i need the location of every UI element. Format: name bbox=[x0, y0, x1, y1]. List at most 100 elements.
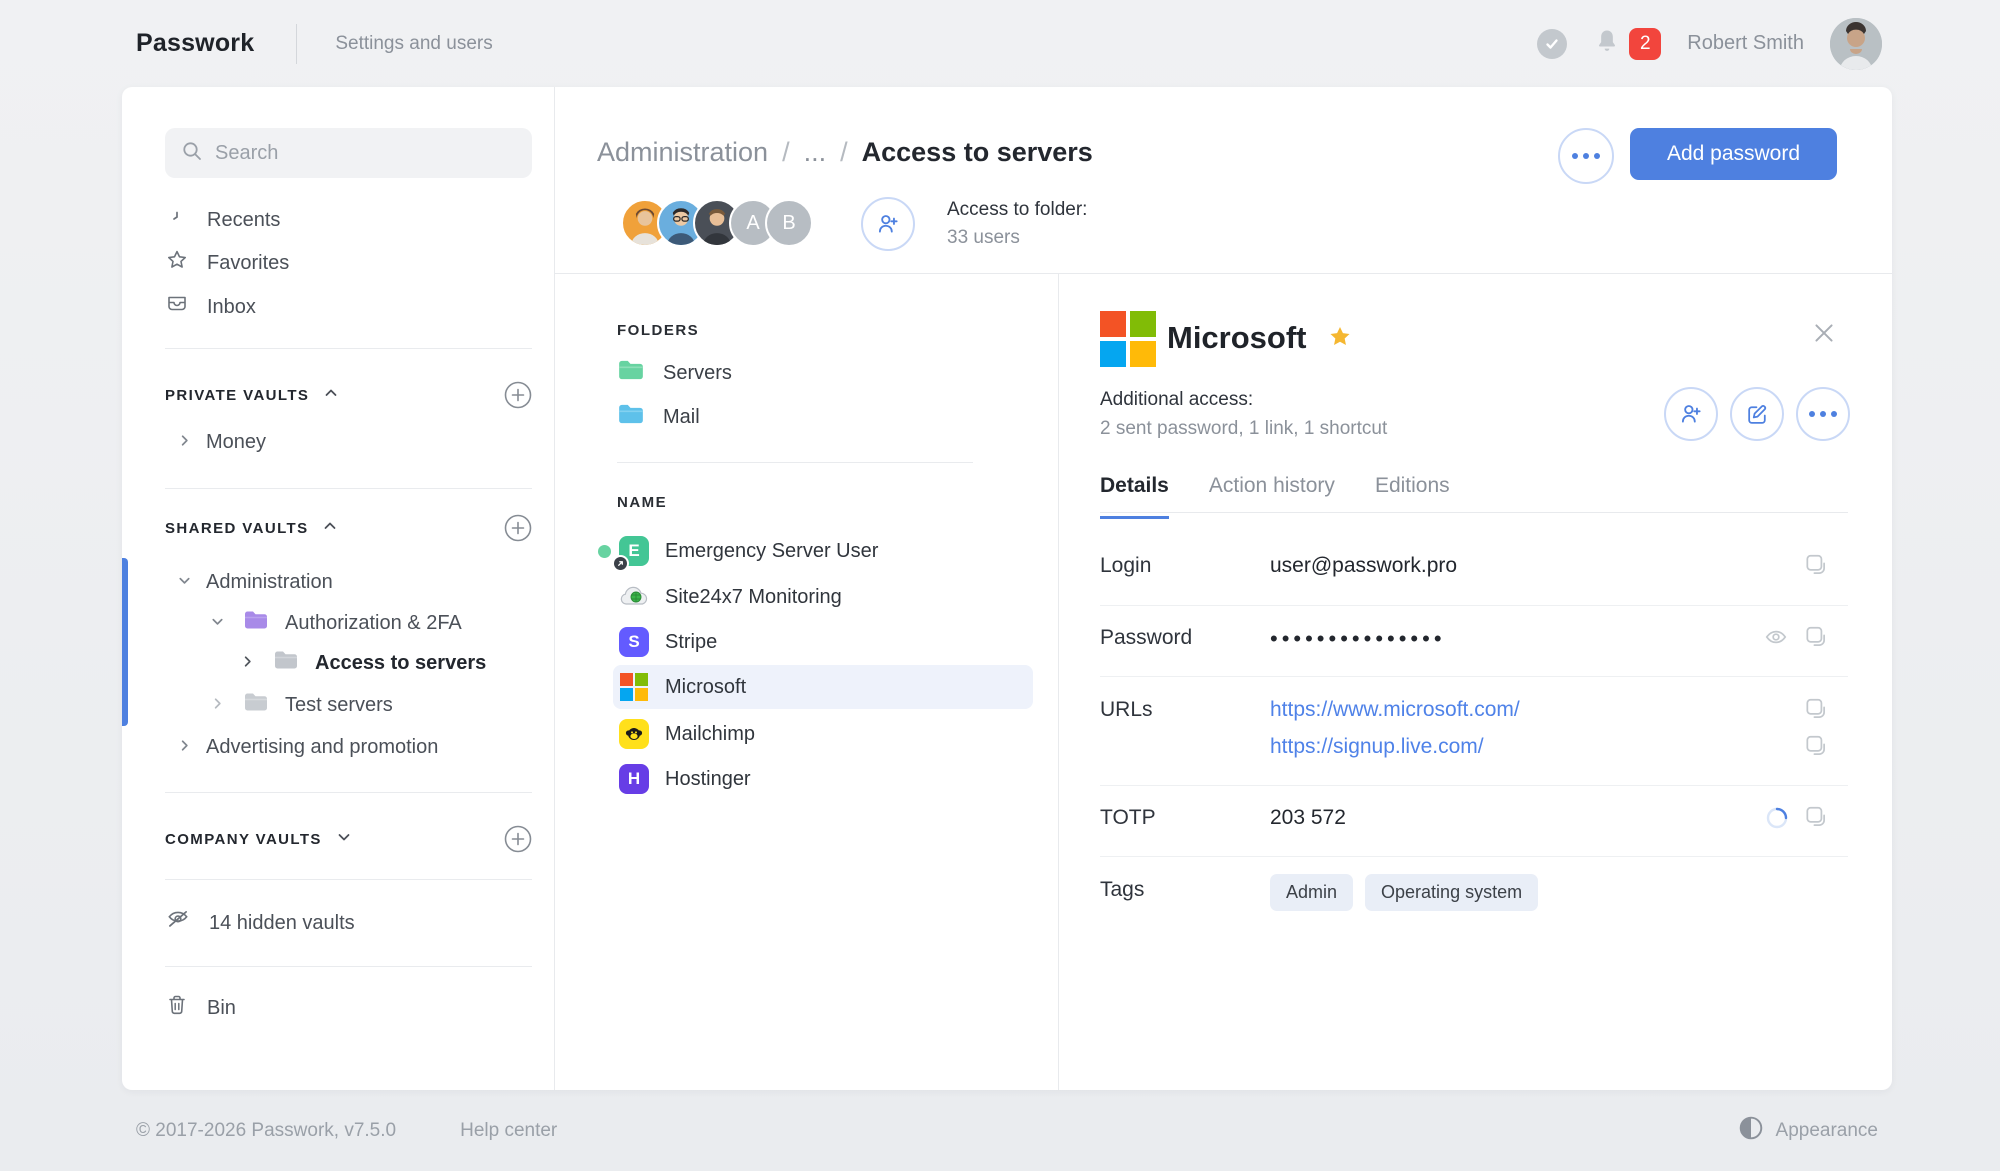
add-private-vault-button[interactable] bbox=[504, 381, 532, 409]
url-link-microsoft[interactable]: https://www.microsoft.com/ bbox=[1270, 698, 1520, 722]
appearance-label: Appearance bbox=[1776, 1120, 1878, 1142]
list-item-emergency-server-user[interactable]: E Emergency Server User bbox=[613, 529, 1033, 573]
shared-vaults-header[interactable]: SHARED VAULTS bbox=[165, 515, 338, 541]
sidebar-item-label: Favorites bbox=[207, 252, 289, 275]
safety-check-icon[interactable] bbox=[1537, 29, 1567, 59]
copyright-text: © 2017-2026 Passwork, v7.5.0 bbox=[136, 1120, 396, 1142]
breadcrumb-ellipsis[interactable]: ... bbox=[804, 137, 827, 168]
hostinger-app-icon: H bbox=[619, 764, 649, 794]
tabs-underline bbox=[1100, 512, 1848, 513]
appearance-toggle[interactable]: Appearance bbox=[1738, 1115, 1878, 1146]
microsoft-app-icon bbox=[619, 672, 649, 702]
share-access-button[interactable] bbox=[1664, 387, 1718, 441]
section-title: COMPANY VAULTS bbox=[165, 831, 322, 848]
folder-servers[interactable]: Servers bbox=[617, 355, 732, 391]
chevron-right-icon bbox=[177, 736, 192, 759]
breadcrumb: Administration / ... / Access to servers bbox=[597, 137, 1093, 168]
item-name: Mailchimp bbox=[665, 723, 755, 746]
sidebar-item-inbox[interactable]: Inbox bbox=[165, 289, 256, 325]
add-shared-vault-button[interactable] bbox=[504, 514, 532, 542]
site24x7-app-icon bbox=[619, 582, 649, 612]
show-password-eye-icon[interactable] bbox=[1763, 624, 1789, 655]
appearance-icon bbox=[1738, 1115, 1764, 1146]
chevron-right-icon bbox=[210, 694, 225, 717]
app-logo[interactable]: Passwork bbox=[136, 29, 254, 58]
add-password-button[interactable]: Add password bbox=[1630, 128, 1837, 180]
invite-user-button[interactable] bbox=[861, 197, 915, 251]
folder-test-servers[interactable]: Test servers bbox=[210, 688, 393, 722]
additional-access-value: 2 sent password, 1 link, 1 shortcut bbox=[1100, 418, 1387, 440]
sidebar-item-recents[interactable]: Recents bbox=[165, 202, 280, 238]
divider bbox=[165, 792, 532, 793]
section-title: SHARED VAULTS bbox=[165, 520, 308, 537]
list-item-mailchimp[interactable]: Mailchimp bbox=[613, 712, 1033, 756]
vault-label: Advertising and promotion bbox=[206, 736, 438, 759]
breadcrumb-separator: / bbox=[782, 137, 790, 168]
chevron-right-icon bbox=[177, 431, 192, 454]
folder-more-actions-button[interactable] bbox=[1558, 128, 1614, 184]
user-avatar[interactable] bbox=[1830, 18, 1882, 70]
folder-authorization-2fa[interactable]: Authorization & 2FA bbox=[210, 606, 462, 640]
list-item-hostinger[interactable]: H Hostinger bbox=[613, 757, 1033, 801]
sidebar-item-bin[interactable]: Bin bbox=[165, 990, 236, 1026]
page-footer: © 2017-2026 Passwork, v7.5.0 Help center… bbox=[0, 1090, 2000, 1171]
access-count[interactable]: 33 users bbox=[947, 227, 1087, 249]
vault-administration[interactable]: Administration bbox=[177, 565, 333, 599]
more-actions-button[interactable] bbox=[1796, 387, 1850, 441]
chevron-up-icon bbox=[323, 385, 339, 405]
url-link-signup-live[interactable]: https://signup.live.com/ bbox=[1270, 735, 1484, 759]
private-vaults-header[interactable]: PRIVATE VAULTS bbox=[165, 382, 339, 408]
list-item-microsoft[interactable]: Microsoft bbox=[613, 665, 1033, 709]
breadcrumb-administration[interactable]: Administration bbox=[597, 137, 768, 168]
divider bbox=[1100, 676, 1848, 677]
user-name[interactable]: Robert Smith bbox=[1687, 32, 1804, 55]
chevron-right-icon bbox=[240, 652, 255, 675]
item-name: Microsoft bbox=[665, 676, 746, 699]
password-value: ••••••••••••••• bbox=[1270, 626, 1446, 652]
vault-advertising[interactable]: Advertising and promotion bbox=[177, 730, 438, 764]
vault-money[interactable]: Money bbox=[177, 425, 266, 459]
access-label: Access to folder: bbox=[947, 199, 1087, 221]
company-vaults-header[interactable]: COMPANY VAULTS bbox=[165, 826, 352, 852]
copy-url-icon[interactable] bbox=[1803, 696, 1829, 727]
folder-access-to-servers[interactable]: Access to servers bbox=[240, 646, 486, 680]
close-icon[interactable] bbox=[1807, 316, 1841, 350]
notification-count-badge[interactable]: 2 bbox=[1629, 28, 1661, 60]
clock-icon bbox=[165, 205, 189, 235]
folder-icon bbox=[617, 402, 645, 432]
copy-password-icon[interactable] bbox=[1803, 624, 1829, 655]
help-center-link[interactable]: Help center bbox=[460, 1120, 557, 1142]
password-label: Password bbox=[1100, 626, 1192, 650]
folder-label: Access to servers bbox=[315, 652, 486, 675]
list-item-site24x7[interactable]: Site24x7 Monitoring bbox=[613, 575, 1033, 619]
sidebar-item-favorites[interactable]: Favorites bbox=[165, 245, 289, 281]
tag-admin[interactable]: Admin bbox=[1270, 874, 1353, 911]
inbox-icon bbox=[165, 292, 189, 322]
stripe-app-icon: S bbox=[619, 627, 649, 657]
hidden-vaults-toggle[interactable]: 14 hidden vaults bbox=[165, 905, 355, 941]
edit-button[interactable] bbox=[1730, 387, 1784, 441]
sidebar: Recents Favorites Inbox PRIVATE VAULTS M… bbox=[122, 87, 555, 1090]
copy-login-icon[interactable] bbox=[1803, 552, 1829, 583]
list-item-stripe[interactable]: S Stripe bbox=[613, 620, 1033, 664]
top-bar: Passwork Settings and users 2 Robert Smi… bbox=[0, 0, 2000, 87]
topbar-subtitle[interactable]: Settings and users bbox=[335, 33, 492, 55]
search-box[interactable] bbox=[165, 128, 532, 178]
copy-totp-icon[interactable] bbox=[1803, 804, 1829, 835]
bell-icon[interactable] bbox=[1593, 27, 1621, 60]
additional-access-label: Additional access: bbox=[1100, 389, 1253, 411]
folder-members-avatars[interactable]: A B bbox=[621, 199, 813, 247]
folder-mail[interactable]: Mail bbox=[617, 399, 700, 435]
search-input[interactable] bbox=[215, 142, 516, 165]
breadcrumb-separator: / bbox=[840, 137, 848, 168]
tag-operating-system[interactable]: Operating system bbox=[1365, 874, 1538, 911]
copy-url-icon[interactable] bbox=[1803, 733, 1829, 764]
tags-list: Admin Operating system bbox=[1270, 874, 1538, 911]
add-company-vault-button[interactable] bbox=[504, 825, 532, 853]
folders-section-title: FOLDERS bbox=[617, 322, 699, 339]
folder-icon bbox=[243, 691, 269, 719]
chevron-down-icon bbox=[210, 612, 225, 635]
divider bbox=[165, 488, 532, 489]
favorite-star-icon[interactable] bbox=[1327, 324, 1353, 355]
folder-icon bbox=[273, 649, 299, 677]
